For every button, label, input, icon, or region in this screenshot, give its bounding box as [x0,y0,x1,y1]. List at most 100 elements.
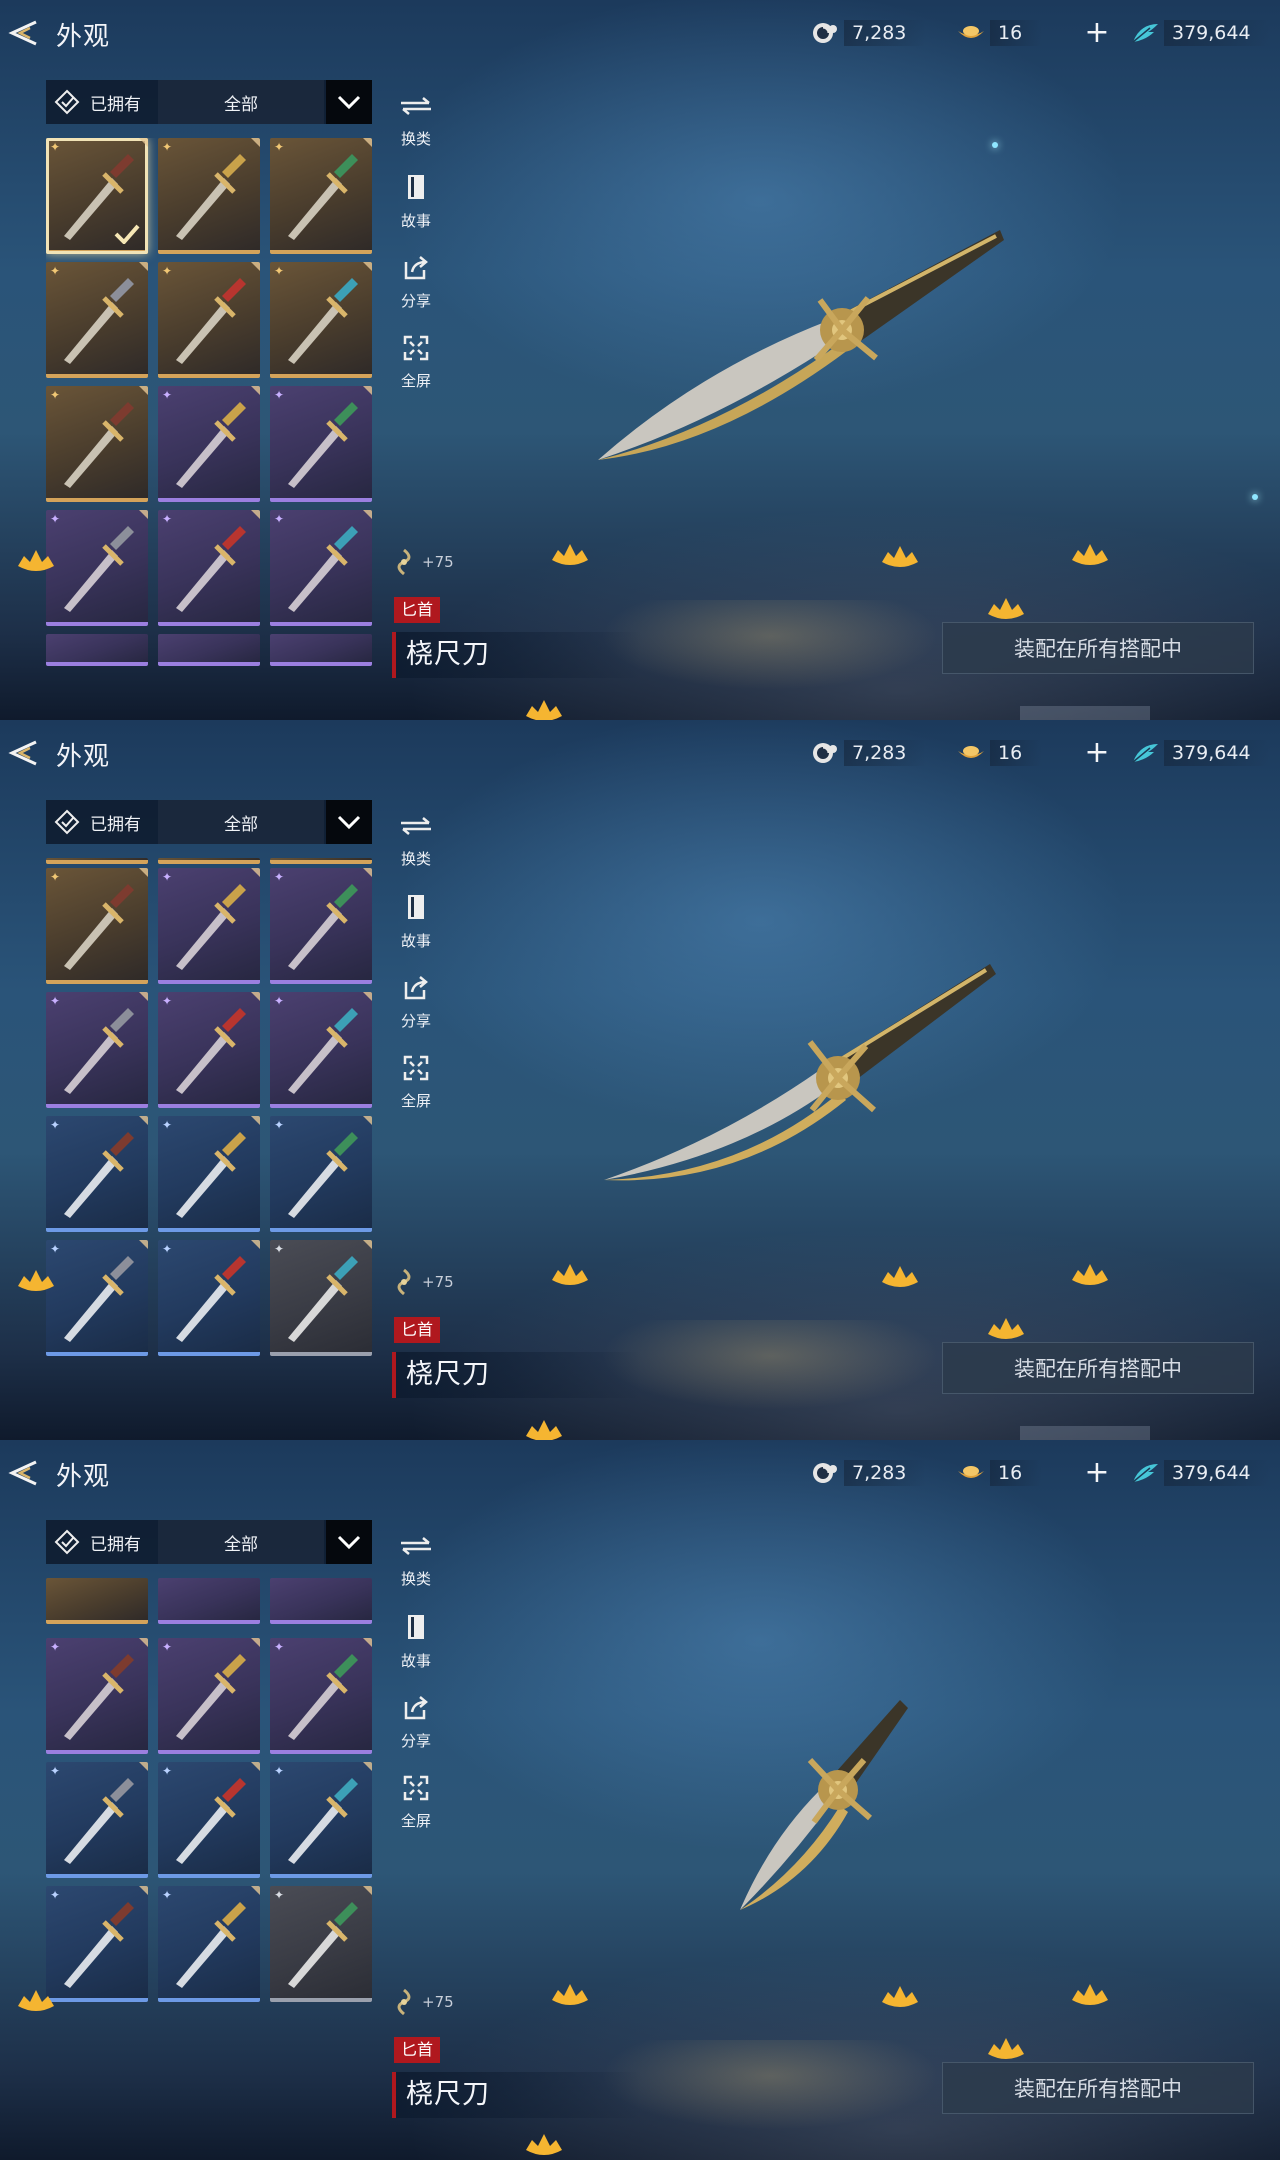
skin-item-cell-partial[interactable] [46,634,148,666]
skin-item-cell[interactable]: ✦ [46,1240,148,1356]
skin-item-cell[interactable]: ✦ [270,1240,372,1356]
category-select[interactable]: 全部 [158,800,324,844]
fullscreen-button[interactable]: 全屏 [390,1770,442,1840]
weapon-preview[interactable] [730,1690,920,1920]
skin-item-cell-partial[interactable] [158,1578,260,1624]
skin-item-cell-partial[interactable] [46,858,148,864]
skin-item-cell[interactable]: ✦ [46,138,148,254]
skin-item-cell[interactable]: ✦ [270,992,372,1108]
corner-marker [251,1240,260,1249]
skin-item-cell[interactable]: ✦ [270,138,372,254]
category-select[interactable]: 全部 [158,80,324,124]
add-currency-button[interactable]: + [1080,1456,1114,1490]
change-type-button[interactable]: 换类 [390,1528,442,1598]
skin-item-cell[interactable]: ✦ [158,262,260,378]
story-button[interactable]: 故事 [390,890,442,960]
back-arrow-icon[interactable] [6,1458,40,1488]
skin-item-cell[interactable]: ✦ [158,1638,260,1754]
add-currency-button[interactable]: + [1080,736,1114,770]
story-button[interactable]: 故事 [390,1610,442,1680]
weapon-preview[interactable] [590,960,1010,1200]
dagger-icon [288,1902,358,1988]
category-select[interactable]: 全部 [158,1520,324,1564]
skin-item-cell[interactable]: ✦ [46,1638,148,1754]
corner-marker [251,868,260,877]
dagger-icon [176,1654,246,1740]
skin-item-cell[interactable]: ✦ [158,1116,260,1232]
skin-item-cell[interactable]: ✦ [46,510,148,626]
currency-feather: 379,644 [1130,1458,1271,1488]
skin-item-cell[interactable]: ✦ [270,1638,372,1754]
add-currency-button[interactable]: + [1080,16,1114,50]
change-type-button[interactable]: 换类 [390,808,442,878]
skin-item-cell[interactable]: ✦ [46,868,148,984]
top-bar: 外观 7,283 16 + 379,644 [0,0,1280,68]
skin-item-cell[interactable]: ✦ [46,1116,148,1232]
skin-item-cell[interactable]: ✦ [270,510,372,626]
skin-item-cell[interactable]: ✦ [158,510,260,626]
dagger-icon [64,1778,134,1864]
owned-filter-toggle[interactable]: 已拥有 [46,1520,158,1564]
back-arrow-icon[interactable] [6,18,40,48]
dagger-icon [64,884,134,970]
equip-all-button[interactable]: 装配在所有搭配中 [942,622,1254,674]
equip-all-button[interactable]: 装配在所有搭配中 [942,2062,1254,2114]
gold-ingot-icon [956,738,986,768]
category-dropdown-button[interactable] [326,800,372,844]
skin-item-cell-partial[interactable] [158,858,260,864]
share-button[interactable]: 分享 [390,1690,442,1760]
skin-item-cell[interactable]: ✦ [270,868,372,984]
weapon-name: 桡尺刀 [392,632,642,678]
page-title: 外观 [56,22,111,52]
share-button[interactable]: 分享 [390,250,442,320]
skin-item-cell[interactable]: ✦ [270,1116,372,1232]
owned-filter-toggle[interactable]: 已拥有 [46,80,158,124]
skin-item-cell[interactable]: ✦ [158,386,260,502]
equip-all-button[interactable]: 装配在所有搭配中 [942,1342,1254,1394]
corner-marker [139,138,148,147]
share-button[interactable]: 分享 [390,970,442,1040]
skin-item-cell[interactable]: ✦ [158,868,260,984]
star-level-value: +75 [422,553,454,571]
top-bar: 外观 7,283 16 + 379,644 [0,720,1280,788]
skin-item-cell[interactable]: ✦ [270,386,372,502]
corner-marker [139,868,148,877]
skin-item-cell-partial[interactable] [270,1578,372,1624]
skin-item-cell-partial[interactable] [46,1578,148,1624]
weapon-preview[interactable] [580,220,1020,480]
skin-item-cell[interactable]: ✦ [270,1886,372,2002]
skin-item-cell[interactable]: ✦ [46,1762,148,1878]
back-arrow-icon[interactable] [6,738,40,768]
lotus-lamp [18,550,54,571]
skin-item-cell[interactable]: ✦ [158,992,260,1108]
currency-spiral: 7,283 [810,18,927,48]
story-button[interactable]: 故事 [390,170,442,240]
category-dropdown-button[interactable] [326,1520,372,1564]
skin-item-cell-partial[interactable] [270,634,372,666]
dagger-icon [176,526,246,612]
skin-item-cell[interactable]: ✦ [158,1240,260,1356]
skin-item-cell[interactable]: ✦ [158,1886,260,2002]
skin-item-cell[interactable]: ✦ [158,138,260,254]
fullscreen-button[interactable]: 全屏 [390,330,442,400]
fullscreen-button[interactable]: 全屏 [390,1050,442,1120]
dagger-icon [64,1654,134,1740]
dagger-icon [64,1008,134,1094]
category-dropdown-button[interactable] [326,80,372,124]
appearance-screen-2: 外观 7,283 16 + 379,644 已拥有 全部 ✦ ✦ ✦ ✦ ✦ ✦… [0,720,1280,1440]
skin-item-cell-partial[interactable] [270,858,372,864]
swap-icon [397,808,435,844]
change-type-button[interactable]: 换类 [390,88,442,158]
currency-spiral-value: 7,283 [852,1462,907,1484]
skin-item-cell[interactable]: ✦ [46,262,148,378]
skin-item-cell[interactable]: ✦ [158,1762,260,1878]
skin-item-cell-partial[interactable] [158,634,260,666]
skin-item-cell[interactable]: ✦ [46,1886,148,2002]
lotus-lamp [526,1420,562,1440]
skin-item-cell[interactable]: ✦ [46,992,148,1108]
skin-item-cell[interactable]: ✦ [270,1762,372,1878]
owned-filter-toggle[interactable]: 已拥有 [46,800,158,844]
skin-item-cell[interactable]: ✦ [270,262,372,378]
weapon-name: 桡尺刀 [392,2072,642,2118]
skin-item-cell[interactable]: ✦ [46,386,148,502]
